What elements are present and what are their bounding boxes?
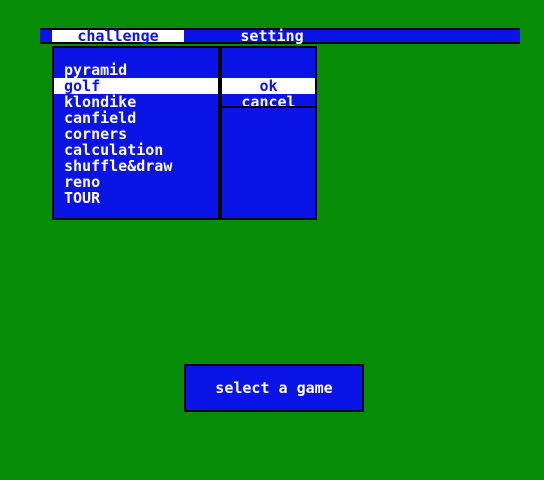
confirm-divider <box>222 106 315 108</box>
game-item-klondike[interactable]: klondike <box>64 94 136 110</box>
tab-challenge[interactable]: challenge <box>52 29 184 44</box>
game-item-golf[interactable]: golf <box>54 78 218 94</box>
status-message: select a game <box>184 364 364 412</box>
confirm-box: ok cancel <box>220 46 317 220</box>
game-item-canfield[interactable]: canfield <box>64 110 136 126</box>
ok-button[interactable]: ok <box>222 78 315 94</box>
game-item-reno[interactable]: reno <box>64 174 100 190</box>
game-item-pyramid[interactable]: pyramid <box>64 62 127 78</box>
game-item-tour[interactable]: TOUR <box>64 190 100 206</box>
game-list: pyramid golf klondike canfield corners c… <box>52 46 220 220</box>
game-item-corners[interactable]: corners <box>64 126 127 142</box>
game-item-calculation[interactable]: calculation <box>64 142 163 158</box>
game-item-shuffle-draw[interactable]: shuffle&draw <box>64 158 172 174</box>
tab-setting[interactable]: setting <box>226 29 318 44</box>
menu-bar: challenge setting <box>40 28 520 44</box>
